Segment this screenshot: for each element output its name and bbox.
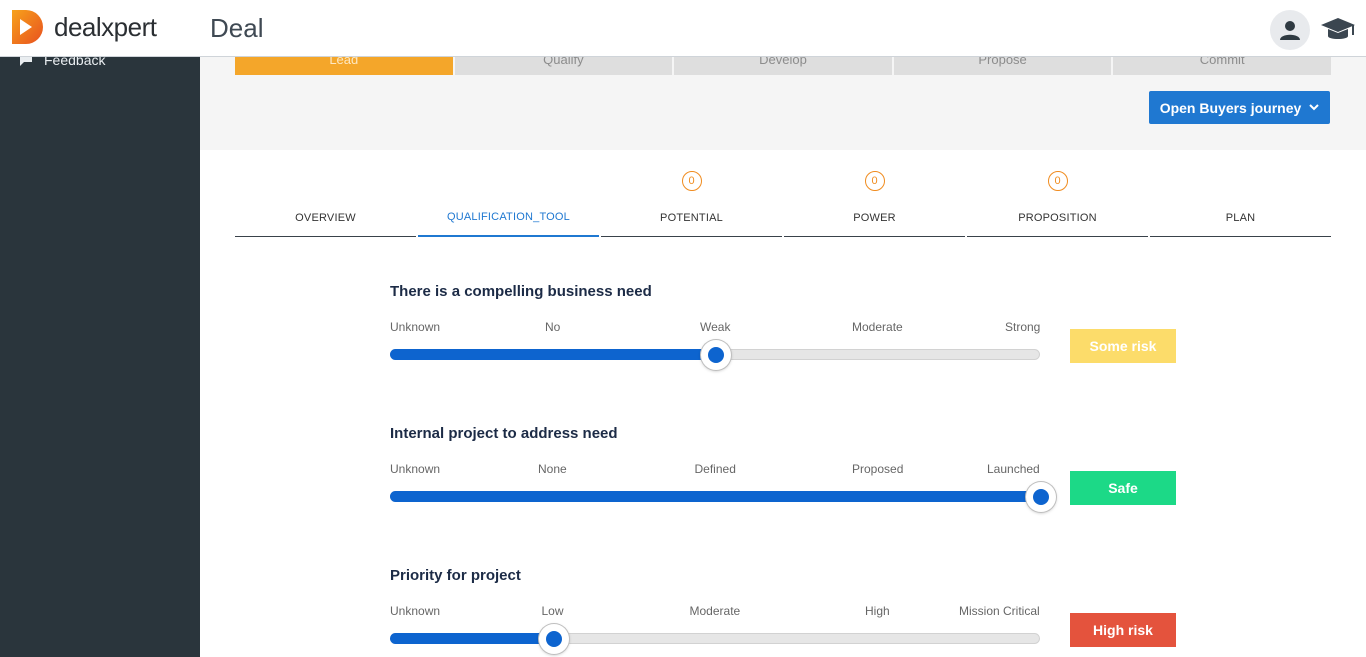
chevron-down-icon [1309,104,1320,111]
count-badge: 0 [864,171,885,191]
scale-label: Proposed [852,462,904,476]
risk-badge: High risk [1070,613,1176,647]
scale-label: Unknown [390,604,441,618]
avatar[interactable] [1270,10,1310,50]
count-badge: 0 [1047,171,1068,191]
slider-fill [390,349,716,360]
scale-label: High [865,604,890,618]
scale-label: Mission Critical [959,604,1040,618]
stage-qualify[interactable]: Qualify [454,57,673,75]
logo[interactable]: dealxpert [10,8,157,46]
scale-labels: Unknown None Defined Proposed Launched [390,462,1040,476]
scale-label: Weak [700,320,731,334]
open-buyers-journey-button[interactable]: Open Buyers journey [1149,91,1330,124]
risk-badge: Safe [1070,471,1176,505]
stage-lead[interactable]: Lead [235,57,453,75]
question-title: Priority for project [390,567,521,584]
stage-propose[interactable]: Propose [893,57,1112,75]
scale-labels: Unknown No Weak Moderate Strong [390,320,1040,334]
tab-overview[interactable]: OVERVIEW [235,165,416,237]
slider-thumb[interactable] [538,624,569,654]
scale-label: Launched [987,462,1040,476]
scale-label: None [538,462,567,476]
stage-progress: Lead Qualify Develop Propose Commit [235,57,1331,75]
risk-badge: Some risk [1070,329,1176,363]
logo-text: dealxpert [54,12,157,42]
question-title: Internal project to address need [390,425,618,442]
slider-track[interactable] [390,624,1040,654]
tab-bar: OVERVIEW QUALIFICATION_TOOL 0 POTENTIAL … [235,165,1331,237]
slider-fill [390,491,1041,502]
scale-label: Low [541,604,564,618]
scale-label: Unknown [390,320,441,334]
scale-label: No [545,320,561,334]
scale-label: Strong [1005,320,1041,334]
stage-area: Lead Qualify Develop Propose Commit Open… [200,57,1366,150]
slider-track[interactable] [390,482,1056,512]
top-bar: dealxpert Deal [0,0,1366,57]
slider-thumb[interactable] [701,340,731,370]
tab-qualification-tool[interactable]: QUALIFICATION_TOOL [418,165,599,237]
logo-icon [12,10,43,44]
tab-potential[interactable]: 0 POTENTIAL [601,165,782,237]
stage-develop[interactable]: Develop [674,57,892,75]
scale-label: Defined [694,462,736,476]
graduation-cap-icon[interactable] [1320,14,1356,44]
tab-power[interactable]: 0 POWER [784,165,965,237]
scale-labels: Unknown Low Moderate High Mission Critical [390,604,1040,618]
scale-label: Moderate [689,604,741,618]
slider-fill [390,633,554,644]
tab-plan[interactable]: PLAN [1150,165,1331,237]
scale-label: Moderate [852,320,903,334]
user-icon [1280,21,1300,40]
count-badge: 0 [681,171,702,191]
sidebar: Feedback [0,52,200,657]
stage-commit[interactable]: Commit [1113,57,1331,75]
buyers-journey-label: Open Buyers journey [1159,99,1302,116]
slider-thumb[interactable] [1026,482,1056,512]
slider-track[interactable] [390,340,1040,370]
tab-proposition[interactable]: 0 PROPOSITION [967,165,1148,237]
scale-label: Unknown [390,462,441,476]
question-title: There is a compelling business need [390,283,652,300]
page-title: Deal [210,13,264,43]
